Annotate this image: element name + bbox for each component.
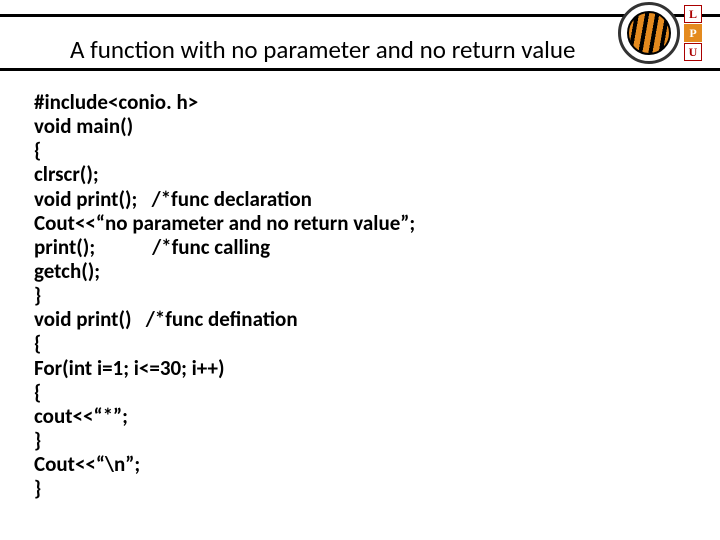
lpu-monogram: L P U xyxy=(684,5,702,61)
seal-stripes-icon xyxy=(627,11,671,55)
lpu-letter-l: L xyxy=(684,5,702,23)
top-rule xyxy=(0,14,720,17)
lpu-letter-p: P xyxy=(684,24,702,42)
lpu-letter-u: U xyxy=(684,43,702,61)
code-block: #include<conio. h> void main() { clrscr(… xyxy=(34,90,415,500)
title-underline xyxy=(0,68,720,71)
logo-group: L P U xyxy=(618,2,702,64)
slide-title: A function with no parameter and no retu… xyxy=(70,34,575,65)
university-seal-icon xyxy=(618,2,680,64)
